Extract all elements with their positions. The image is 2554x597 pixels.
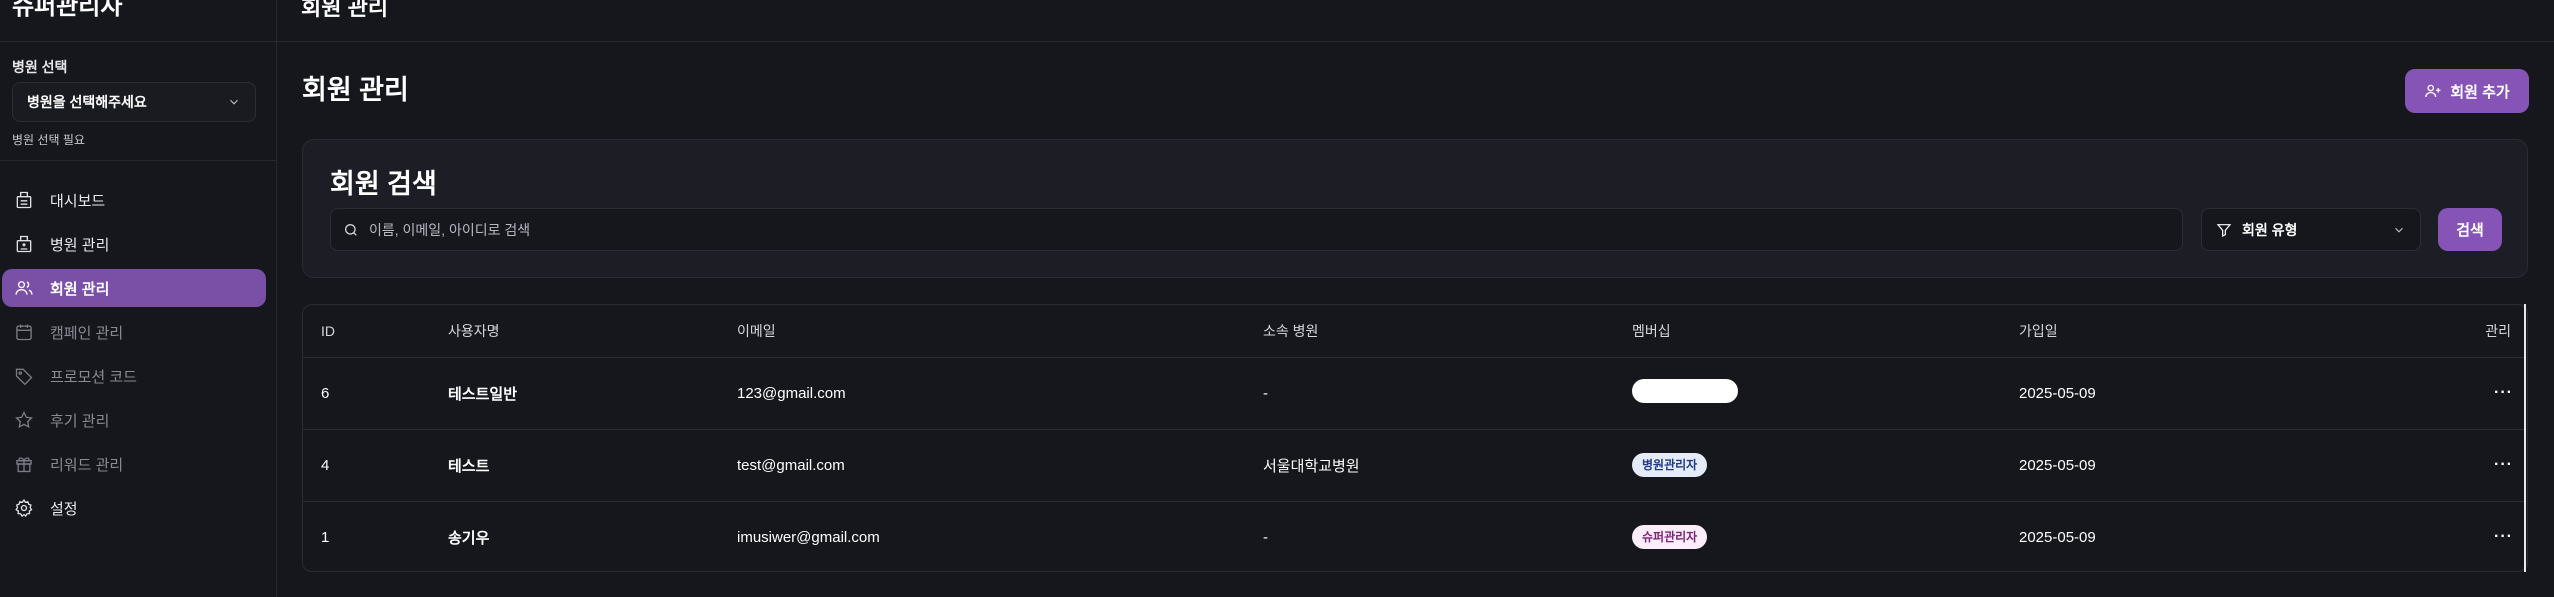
table-row[interactable]: 6 테스트일반 123@gmail.com - 2025-05-09 ··· bbox=[303, 357, 2527, 430]
cell-id: 6 bbox=[303, 357, 448, 430]
cell-actions: ··· bbox=[2439, 357, 2527, 430]
cell-membership: 슈퍼관리자 bbox=[1632, 501, 2019, 571]
member-type-select-value: 회원 유형 bbox=[2242, 221, 2298, 238]
column-header-joined[interactable]: 가입일 bbox=[2019, 305, 2439, 358]
more-actions-button[interactable]: ··· bbox=[2494, 456, 2513, 473]
cell-id: 4 bbox=[303, 429, 448, 502]
cell-hospital: - bbox=[1263, 528, 1268, 546]
sidebar-item-hospitals[interactable]: 병원 관리 bbox=[2, 225, 266, 263]
cell-email: test@gmail.com bbox=[737, 429, 1263, 502]
sidebar-item-label: 프로모션 코드 bbox=[50, 368, 137, 386]
column-header-id[interactable]: ID bbox=[303, 305, 448, 358]
user-plus-icon bbox=[2425, 84, 2441, 98]
sidebar-item-label: 후기 관리 bbox=[50, 412, 110, 430]
members-table: ID 사용자명 이메일 소속 병원 멤버십 가입일 관리 6 테스트일반 123… bbox=[303, 305, 2527, 571]
sidebar-nav: 대시보드 병원 관리 회원 관리 캠페인 관리 프로모션 코드 후기 관리 리워… bbox=[2, 181, 266, 533]
sidebar-item-dashboard[interactable]: 대시보드 bbox=[2, 181, 266, 219]
cell-username: 송기우 bbox=[448, 529, 490, 547]
cell-joined: 2025-05-09 bbox=[2019, 429, 2439, 502]
calendar-icon bbox=[14, 322, 34, 342]
cell-hospital: - bbox=[1263, 357, 1632, 430]
search-input[interactable] bbox=[369, 221, 2149, 238]
sidebar-item-label: 병원 관리 bbox=[50, 236, 110, 254]
hospital-select-label: 병원 선택 bbox=[12, 59, 68, 75]
more-actions-button[interactable]: ··· bbox=[2494, 528, 2513, 545]
gift-icon bbox=[14, 454, 34, 474]
sidebar-item-settings[interactable]: 설정 bbox=[2, 489, 266, 527]
membership-badge: 슈퍼관리자 bbox=[1632, 525, 1708, 550]
cell-username: 테스트 bbox=[448, 429, 737, 502]
sidebar-item-reviews[interactable]: 후기 관리 bbox=[2, 401, 266, 439]
search-card-title: 회원 검색 bbox=[330, 169, 437, 199]
sidebar-item-promo-codes[interactable]: 프로모션 코드 bbox=[2, 357, 266, 395]
cell-membership: 병원관리자 bbox=[1632, 429, 2019, 502]
more-actions-button[interactable]: ··· bbox=[2494, 384, 2513, 401]
chevron-down-icon bbox=[2395, 227, 2403, 233]
sidebar-item-label: 대시보드 bbox=[50, 192, 106, 210]
sidebar-item-label: 설정 bbox=[50, 500, 78, 518]
hospital-icon bbox=[14, 234, 34, 254]
members-table-card: ID 사용자명 이메일 소속 병원 멤버십 가입일 관리 6 테스트일반 123… bbox=[302, 304, 2528, 572]
gear-icon bbox=[14, 498, 34, 518]
hospital-hint: 병원 선택 필요 bbox=[12, 133, 85, 147]
sidebar-item-label: 캠페인 관리 bbox=[50, 324, 124, 342]
hospital-select[interactable]: 병원을 선택해주세요 bbox=[12, 82, 256, 122]
member-search-card: 회원 검색 회원 유형 검색 bbox=[302, 139, 2528, 278]
sidebar-item-label: 리워드 관리 bbox=[50, 456, 124, 474]
cell-joined: 2025-05-09 bbox=[2019, 357, 2439, 430]
page-title: 회원 관리 bbox=[302, 75, 409, 105]
cell-email: imusiwer@gmail.com bbox=[737, 528, 880, 546]
cell-membership bbox=[1632, 357, 2019, 430]
add-member-button[interactable]: 회원 추가 bbox=[2405, 69, 2529, 113]
membership-badge bbox=[1632, 379, 1738, 403]
cell-hospital: 서울대학교병원 bbox=[1263, 429, 1632, 502]
cell-joined: 2025-05-09 bbox=[2019, 528, 2096, 546]
table-row[interactable]: 4 테스트 test@gmail.com 서울대학교병원 병원관리자 2025-… bbox=[303, 429, 2527, 502]
add-member-button-label: 회원 추가 bbox=[2450, 83, 2510, 101]
search-button[interactable]: 검색 bbox=[2438, 208, 2502, 251]
sidebar-item-rewards[interactable]: 리워드 관리 bbox=[2, 445, 266, 483]
brand-title: 슈퍼관리자 bbox=[12, 0, 123, 20]
divider bbox=[0, 41, 277, 42]
column-header-membership[interactable]: 멤버십 bbox=[1632, 305, 2019, 358]
topbar: 회원 관리 bbox=[277, 0, 2554, 42]
star-icon bbox=[14, 410, 34, 430]
users-icon bbox=[14, 278, 34, 298]
topbar-title: 회원 관리 bbox=[301, 0, 389, 20]
search-input-wrapper[interactable] bbox=[330, 208, 2183, 251]
divider bbox=[0, 160, 277, 161]
column-header-username[interactable]: 사용자명 bbox=[448, 305, 737, 358]
tag-icon bbox=[14, 366, 34, 386]
member-type-select[interactable]: 회원 유형 bbox=[2201, 208, 2421, 251]
search-icon bbox=[345, 223, 357, 236]
cell-id: 1 bbox=[321, 528, 330, 546]
sidebar: 슈퍼관리자 병원 선택 병원을 선택해주세요 병원 선택 필요 대시보드 병원 … bbox=[0, 0, 277, 597]
table-scrollbar[interactable] bbox=[2524, 304, 2526, 572]
cell-username: 테스트일반 bbox=[448, 357, 737, 430]
sidebar-item-campaigns[interactable]: 캠페인 관리 bbox=[2, 313, 266, 351]
hospital-select-value: 병원을 선택해주세요 bbox=[27, 94, 147, 110]
dashboard-icon bbox=[14, 190, 34, 210]
column-header-hospital[interactable]: 소속 병원 bbox=[1263, 305, 1632, 358]
cell-actions: ··· bbox=[2439, 501, 2527, 571]
membership-badge: 병원관리자 bbox=[1632, 453, 1708, 477]
column-header-actions: 관리 bbox=[2439, 305, 2527, 358]
table-row[interactable]: 1 송기우 imusiwer@gmail.com - 슈퍼관리자 2025-05… bbox=[303, 501, 2527, 571]
filter-icon bbox=[2216, 223, 2232, 237]
cell-actions: ··· bbox=[2439, 429, 2527, 502]
table-header-row: ID 사용자명 이메일 소속 병원 멤버십 가입일 관리 bbox=[303, 305, 2527, 358]
column-header-email[interactable]: 이메일 bbox=[737, 305, 1263, 358]
chevron-down-icon bbox=[230, 99, 238, 105]
cell-email: 123@gmail.com bbox=[737, 357, 1263, 430]
sidebar-item-members[interactable]: 회원 관리 bbox=[2, 269, 266, 307]
sidebar-item-label: 회원 관리 bbox=[50, 280, 110, 298]
